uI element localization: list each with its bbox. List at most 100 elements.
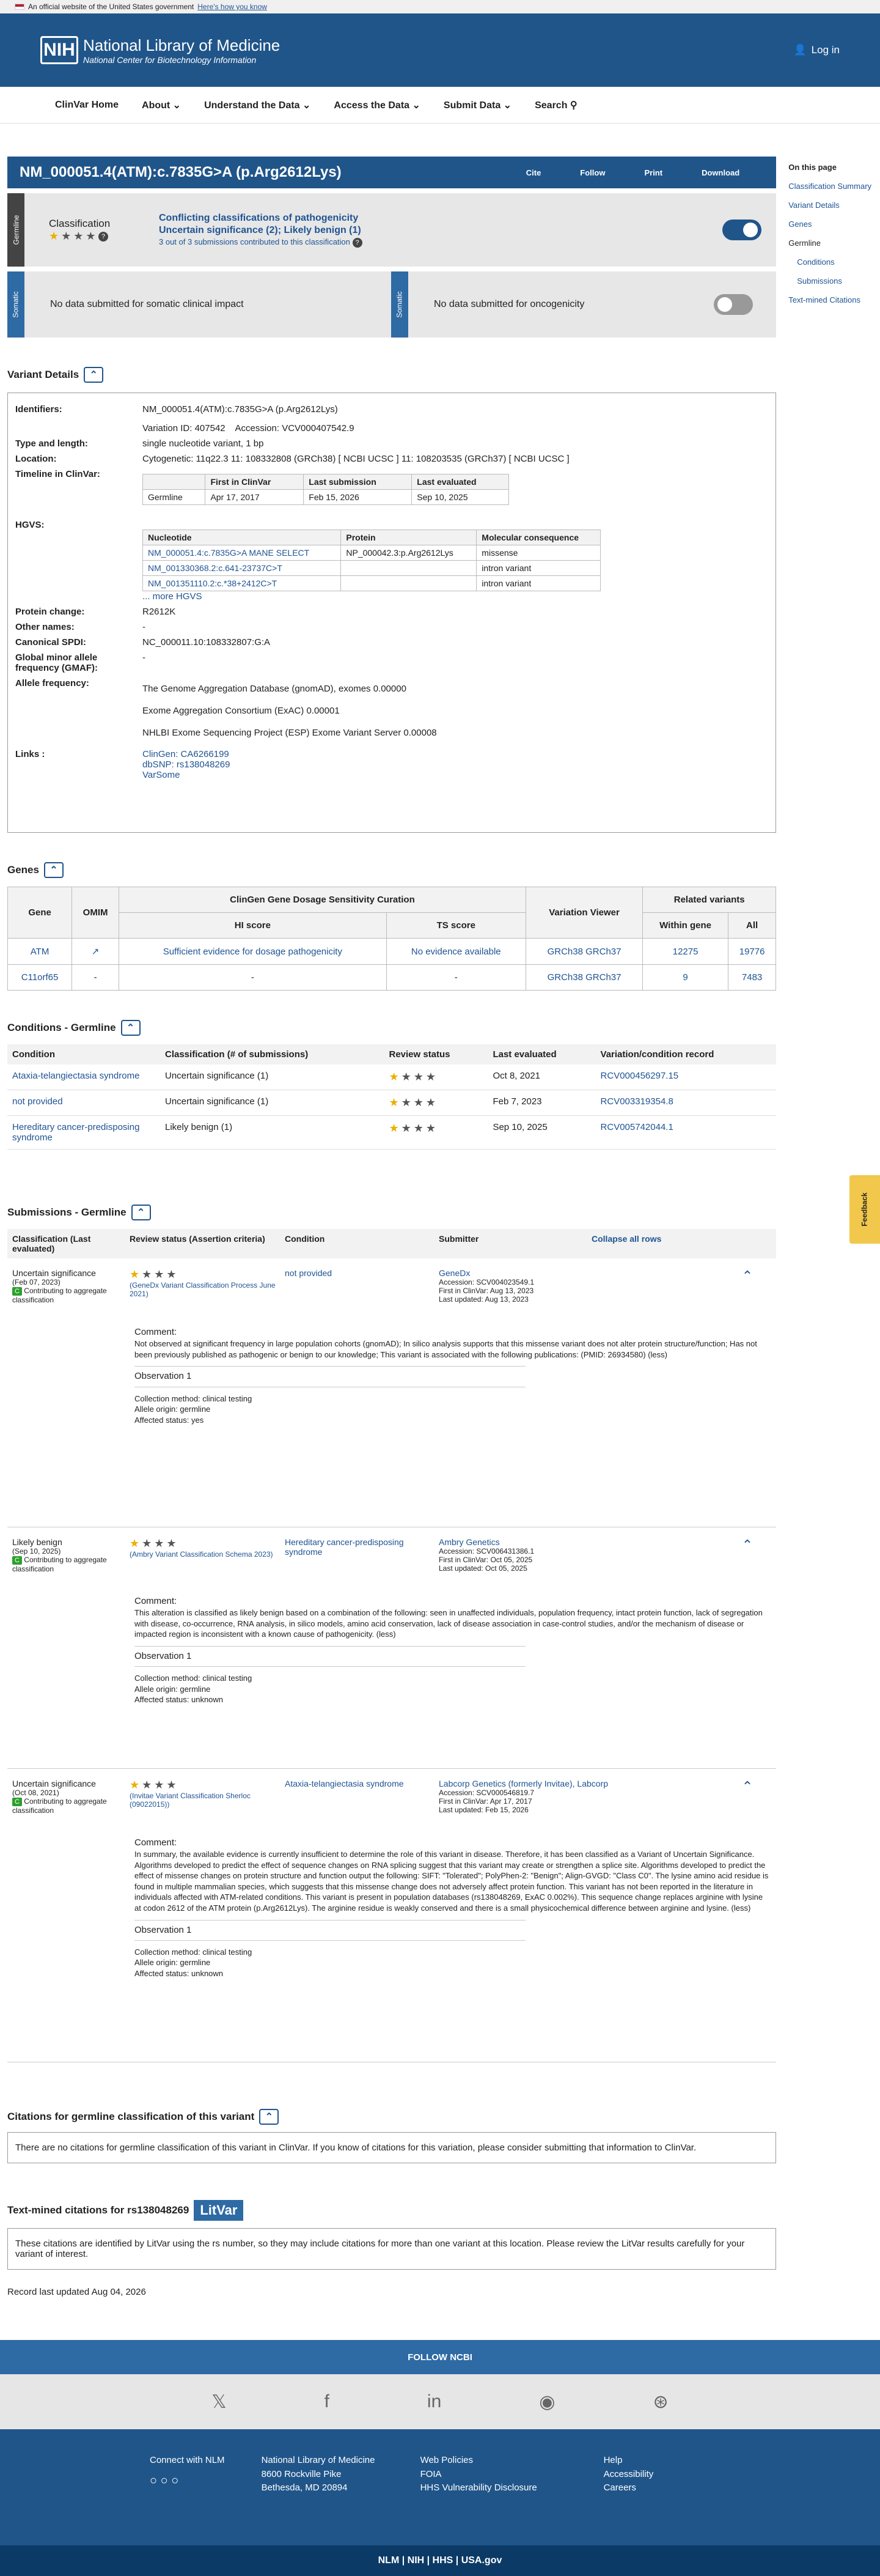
feedback-button[interactable]: Feedback xyxy=(849,1175,880,1244)
within-gene[interactable]: 12275 xyxy=(642,938,728,965)
facebook-icon[interactable]: f xyxy=(324,2391,329,2412)
viewer-link[interactable]: GRCh38 GRCh37 xyxy=(525,964,644,991)
freq-esp: NHLBI Exome Sequencing Project (ESP) Exo… xyxy=(142,728,437,738)
contrib-label: Contributing to aggregate classification xyxy=(12,1286,107,1304)
footer-link[interactable]: Help xyxy=(604,2454,654,2468)
side-link[interactable]: Genes xyxy=(788,220,874,229)
side-link[interactable]: Text-mined Citations xyxy=(788,295,874,304)
nlm-logo[interactable]: NIH National Library of Medicine Nationa… xyxy=(40,36,280,65)
help-icon[interactable]: ? xyxy=(98,232,109,242)
chevron-up-icon[interactable]: ⌃ xyxy=(131,1205,151,1220)
dbsnp-link[interactable]: dbSNP: rs138048269 xyxy=(142,759,230,770)
varsome-link[interactable]: VarSome xyxy=(142,770,230,780)
chevron-up-icon[interactable]: ⌃ xyxy=(84,367,104,383)
within-gene[interactable]: 9 xyxy=(642,964,728,991)
clingen-link[interactable]: ClinGen: CA6266199 xyxy=(142,749,230,759)
footer-social-icons[interactable]: ○ ○ ○ xyxy=(150,2471,225,2490)
nav-search[interactable]: Search ⚲ xyxy=(535,99,578,111)
td: NP_000042.3:p.Arg2612Lys xyxy=(340,545,477,561)
freq-gnomad: The Genome Aggregation Database (gnomAD)… xyxy=(142,684,406,694)
bottom-links[interactable]: NLM | NIH | HHS | USA.gov xyxy=(0,2545,880,2576)
hi-score[interactable]: Sufficient evidence for dosage pathogeni… xyxy=(119,938,387,965)
chevron-up-icon[interactable]: ⌃ xyxy=(742,1537,753,1573)
chevron-up-icon[interactable]: ⌃ xyxy=(43,862,64,878)
rcv-link[interactable]: RCV005742044.1 xyxy=(595,1115,777,1150)
review-stars: ★ ★ ★ ★ xyxy=(389,1096,436,1109)
criteria-link[interactable]: (Ambry Variant Classification Schema 202… xyxy=(130,1550,285,1559)
condition-link[interactable]: Hereditary cancer-predisposing syndrome xyxy=(285,1537,439,1573)
nav-about[interactable]: About ⌄ xyxy=(142,99,181,111)
obs-line: Affected status: unknown xyxy=(134,1968,224,1978)
submitter-link[interactable]: GeneDx xyxy=(439,1268,708,1278)
sub-first: First in ClinVar: Aug 13, 2023 xyxy=(439,1286,534,1295)
review-stars: ★ ★ ★ ★ xyxy=(49,229,96,242)
gene-link[interactable]: C11orf65 xyxy=(7,964,73,991)
submitter-link[interactable]: Ambry Genetics xyxy=(439,1537,708,1547)
github-icon[interactable]: ◉ xyxy=(539,2391,555,2413)
ts-score[interactable]: No evidence available xyxy=(386,938,526,965)
side-link[interactable]: Germline xyxy=(788,238,874,248)
submitter-link[interactable]: Labcorp Genetics (formerly Invitae), Lab… xyxy=(439,1779,708,1788)
more-hgvs-link[interactable]: ... more HGVS xyxy=(142,591,601,602)
x-icon[interactable]: 𝕏 xyxy=(211,2391,226,2413)
litvar-logo[interactable]: LitVar xyxy=(194,2200,244,2221)
nav-submit[interactable]: Submit Data ⌄ xyxy=(444,99,512,111)
linkedin-icon[interactable]: in xyxy=(427,2391,441,2412)
hgvs-link[interactable]: NM_001351110.2:c.*38+2412C>T xyxy=(142,575,342,591)
submission-row: Likely benign (Sep 10, 2025) C Contributin… xyxy=(7,1527,777,1769)
user-icon: 👤 xyxy=(793,44,807,56)
all-variants[interactable]: 19776 xyxy=(727,938,777,965)
criteria-link[interactable]: (GeneDx Variant Classification Process J… xyxy=(130,1281,285,1298)
collapse-all-button[interactable]: Collapse all rows xyxy=(592,1234,661,1253)
submissions-count[interactable]: 3 out of 3 submissions contributed to th… xyxy=(159,237,350,246)
hgvs-link[interactable]: NM_001330368.2:c.641-23737C>T xyxy=(142,560,342,576)
footer-link[interactable]: Careers xyxy=(604,2481,654,2495)
condition-link[interactable]: Ataxia-telangiectasia syndrome xyxy=(7,1065,160,1090)
nav-access[interactable]: Access the Data ⌄ xyxy=(334,99,420,111)
gene-link[interactable]: ATM xyxy=(7,938,73,965)
cite-button[interactable]: Cite xyxy=(526,168,541,177)
footer-link[interactable]: FOIA xyxy=(420,2468,567,2482)
heres-how-link[interactable]: Here's how you know xyxy=(197,2,267,11)
help-icon[interactable]: ? xyxy=(352,238,362,248)
chevron-up-icon[interactable]: ⌃ xyxy=(120,1020,141,1036)
section-title: Variant Details xyxy=(7,369,79,380)
genes-heading: Genes ⌃ xyxy=(7,862,776,878)
rcv-link[interactable]: RCV003319354.8 xyxy=(595,1090,777,1116)
oncogenicity-tab: Somatic xyxy=(391,271,408,338)
side-link[interactable]: Submissions xyxy=(788,276,874,286)
footer-link[interactable]: Accessibility xyxy=(604,2468,654,2482)
viewer-link[interactable]: GRCh38 GRCh37 xyxy=(525,938,644,965)
nav-understand[interactable]: Understand the Data ⌄ xyxy=(204,99,310,111)
side-link[interactable]: Variant Details xyxy=(788,201,874,210)
somatic-toggle[interactable] xyxy=(714,294,753,315)
chevron-up-icon[interactable]: ⌃ xyxy=(742,1779,753,1815)
condition-link[interactable]: Hereditary cancer-predisposing syndrome xyxy=(7,1115,160,1150)
comment-text: This alteration is classified as likely … xyxy=(134,1608,763,1639)
chevron-up-icon[interactable]: ⌃ xyxy=(259,2109,279,2125)
classification-conflict[interactable]: Conflicting classifications of pathogeni… xyxy=(159,212,362,225)
download-button[interactable]: Download xyxy=(702,168,739,177)
follow-button[interactable]: Follow xyxy=(580,168,605,177)
rcv-link[interactable]: RCV000456297.15 xyxy=(595,1065,777,1090)
germline-toggle[interactable] xyxy=(722,220,762,240)
print-button[interactable]: Print xyxy=(644,168,662,177)
condition-link[interactable]: not provided xyxy=(7,1090,160,1116)
login-button[interactable]: 👤 Log in xyxy=(794,44,840,56)
condition-link[interactable]: not provided xyxy=(285,1268,439,1304)
criteria-link[interactable]: (Invitae Variant Classification Sherloc … xyxy=(130,1792,285,1809)
side-link[interactable]: Conditions xyxy=(788,257,874,267)
td: Sep 10, 2025 xyxy=(488,1115,596,1150)
external-link-icon[interactable]: ↗ xyxy=(72,938,120,965)
chevron-up-icon[interactable]: ⌃ xyxy=(742,1268,753,1304)
location-value: Cytogenetic: 11q22.3 11: 108332808 (GRCh… xyxy=(142,454,570,464)
site-footer: Connect with NLM ○ ○ ○ National Library o… xyxy=(0,2429,880,2545)
side-link[interactable]: Classification Summary xyxy=(788,182,874,191)
nav-clinvar-home[interactable]: ClinVar Home xyxy=(55,100,119,111)
condition-link[interactable]: Ataxia-telangiectasia syndrome xyxy=(285,1779,439,1815)
hgvs-link[interactable]: NM_000051.4:c.7835G>A MANE SELECT xyxy=(142,545,342,561)
footer-link[interactable]: Web Policies xyxy=(420,2454,567,2468)
all-variants[interactable]: 7483 xyxy=(727,964,777,991)
rss-icon[interactable]: ⊛ xyxy=(653,2391,668,2413)
footer-link[interactable]: HHS Vulnerability Disclosure xyxy=(420,2481,567,2495)
